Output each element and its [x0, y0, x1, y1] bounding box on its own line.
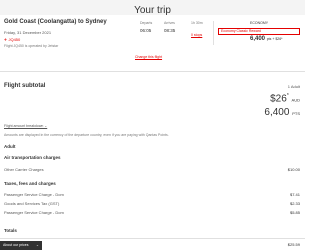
flight-date: Friday, 31 December 2021	[4, 30, 52, 35]
tax-item-label: Goods and Services Tax (GST)	[4, 201, 60, 206]
air-transport-heading: Air transportation charges	[4, 155, 61, 160]
arrives-label: Arrives	[164, 21, 175, 25]
totals-divider	[0, 238, 305, 239]
flight-route: Gold Coast (Coolangatta) to Sydney	[4, 19, 107, 25]
fare-price-unit: pts + $26*	[266, 37, 283, 41]
totals-heading: Totals	[4, 228, 17, 233]
currency-code: AUD	[291, 97, 300, 103]
tax-item-value: $2.33	[289, 201, 300, 206]
stops-link[interactable]: 0 stops	[191, 33, 202, 37]
currency-note: Amounts are displayed in the currency of…	[4, 133, 169, 137]
fare-type-label: Economy Classic Reward	[221, 29, 261, 33]
page-title: Your trip	[134, 5, 171, 16]
departs-label: Departs	[140, 21, 153, 25]
tax-item-value: $7.41	[289, 192, 300, 197]
total-value: $25.59	[287, 242, 300, 247]
about-prices-button[interactable]: About our prices ⌄	[0, 241, 42, 250]
points-unit: PTS	[292, 111, 300, 116]
fare-price: 6,400 pts + $26*	[250, 36, 283, 42]
carrier-charges-label: Other Carrier Charges	[4, 167, 44, 172]
departs-time: 06:05	[140, 28, 152, 33]
breakdown-toggle[interactable]: Flight amount breakdown ⌄	[4, 124, 47, 128]
adult-heading: Adult	[4, 144, 16, 149]
tax-item-label: Passenger Service Charge - Dom	[4, 210, 64, 215]
subtotal-price: $26* AUD	[270, 93, 300, 105]
arrives-time: 08:35	[164, 28, 176, 33]
carrier-charges-value: $10.00	[287, 167, 300, 172]
change-flight-link[interactable]: Change this flight	[135, 55, 162, 59]
about-prices-label: About our prices	[3, 243, 29, 247]
header-bar: Your trip	[0, 0, 305, 16]
passenger-count: 1 Adult	[287, 84, 300, 89]
subtotal-heading: Flight subtotal	[4, 83, 46, 89]
flight-number-link[interactable]: ✈ JQ450	[4, 37, 20, 42]
column-divider	[213, 21, 214, 45]
fare-type-selector[interactable]: Economy Classic Reward	[218, 28, 300, 35]
operated-by-note: Flight JQ450 is operated by Jetstar	[4, 44, 59, 48]
chevron-down-icon: ⌄	[36, 243, 39, 247]
subtotal-points: 6,400 PTS	[264, 107, 300, 118]
tax-item-value: $5.85	[289, 210, 300, 215]
duration-label: 1h 30m	[191, 21, 203, 25]
taxes-heading: Taxes, fees and charges	[4, 181, 56, 186]
tax-item-label: Passenger Service Charge - Dom	[4, 192, 64, 197]
cabin-class: ECONOMY	[250, 21, 269, 25]
section-divider	[0, 71, 305, 72]
